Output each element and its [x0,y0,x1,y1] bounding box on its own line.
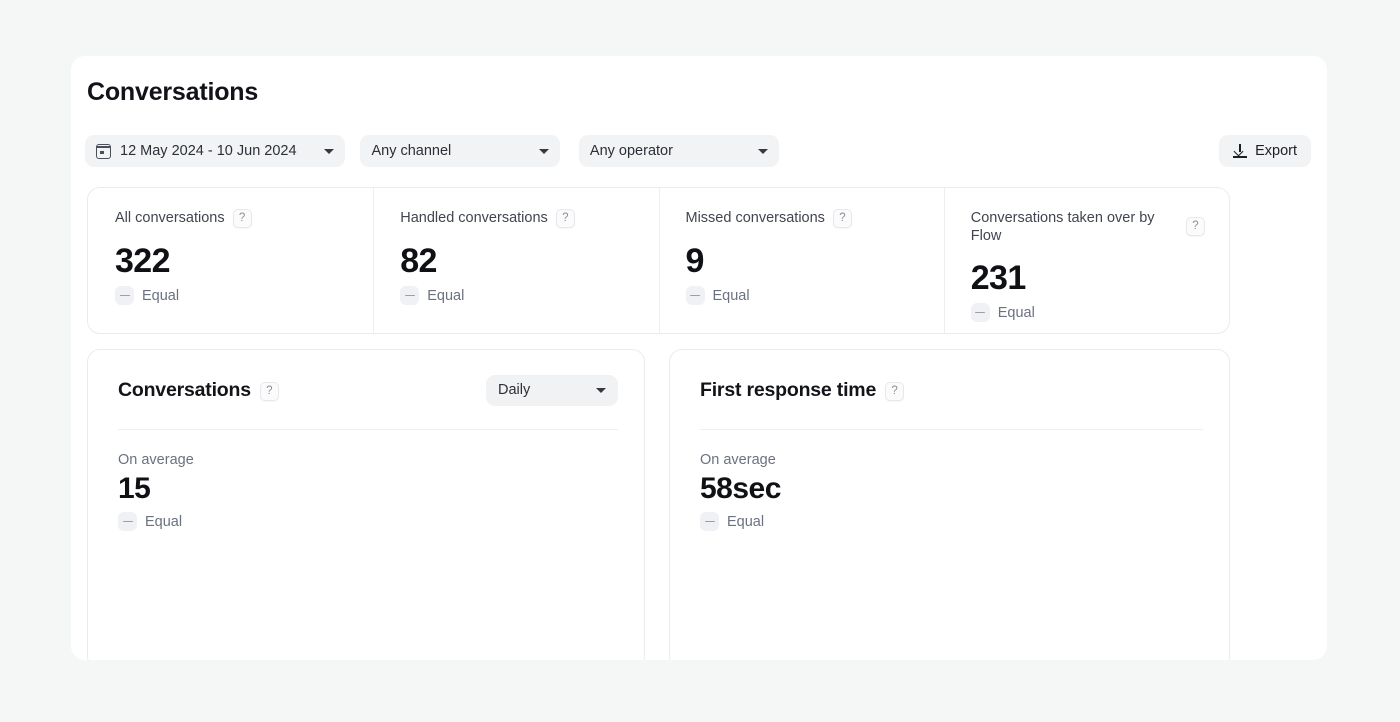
granularity-value: Daily [498,382,586,398]
average-value: 15 [118,472,618,506]
filter-bar: 12 May 2024 - 10 Jun 2024 Any channel An… [85,135,1311,167]
minus-icon [400,286,419,305]
granularity-dropdown[interactable]: Daily [486,375,618,406]
conversations-chart-card: Conversations ? Daily On average 15 Equa… [87,349,645,660]
channel-filter-value: Any channel [371,143,529,159]
operator-filter-dropdown[interactable]: Any operator [579,135,779,167]
operator-filter-value: Any operator [590,143,748,159]
export-button[interactable]: Export [1219,135,1311,167]
card-header: First response time ? [700,372,1203,408]
kpi-trend: Equal [971,303,1205,322]
kpi-all-conversations: All conversations ? 322 Equal [88,188,373,333]
minus-icon [115,286,134,305]
average-trend: Equal [118,512,618,531]
kpi-trend: Equal [115,286,349,305]
card-header: Conversations ? Daily [118,372,618,408]
chevron-down-icon [758,149,768,154]
kpi-summary-card: All conversations ? 322 Equal Handled co… [87,187,1230,334]
card-title: Conversations [118,379,251,402]
export-button-label: Export [1255,143,1297,159]
kpi-header: Conversations taken over by Flow ? [971,209,1205,245]
page-title: Conversations [87,78,258,107]
help-icon[interactable]: ? [556,209,575,228]
kpi-label: Handled conversations [400,209,548,227]
average-trend: Equal [700,512,1203,531]
help-icon[interactable]: ? [833,209,852,228]
calendar-icon [96,144,111,159]
channel-filter-dropdown[interactable]: Any channel [360,135,560,167]
date-range-value: 12 May 2024 - 10 Jun 2024 [120,143,314,159]
download-icon [1233,144,1247,158]
date-range-picker[interactable]: 12 May 2024 - 10 Jun 2024 [85,135,345,167]
kpi-missed-conversations: Missed conversations ? 9 Equal [659,188,944,333]
kpi-header: Handled conversations ? [400,209,634,228]
kpi-header: All conversations ? [115,209,349,228]
average-trend-label: Equal [145,514,182,530]
chevron-down-icon [539,149,549,154]
average-trend-label: Equal [727,514,764,530]
chevron-down-icon [596,388,606,393]
minus-icon [686,286,705,305]
help-icon[interactable]: ? [1186,217,1205,236]
kpi-label: Missed conversations [686,209,825,227]
kpi-header: Missed conversations ? [686,209,920,228]
kpi-trend-label: Equal [713,288,750,304]
average-label: On average [118,452,618,468]
kpi-label: Conversations taken over by Flow [971,209,1167,245]
kpi-trend-label: Equal [427,288,464,304]
dashboard-panel: Conversations 12 May 2024 - 10 Jun 2024 … [71,56,1327,660]
kpi-value: 231 [971,259,1205,297]
divider [700,429,1203,430]
minus-icon [700,512,719,531]
kpi-value: 322 [115,242,349,280]
kpi-value: 82 [400,242,634,280]
chevron-down-icon [324,149,334,154]
help-icon[interactable]: ? [885,382,904,401]
help-icon[interactable]: ? [260,382,279,401]
minus-icon [118,512,137,531]
kpi-trend: Equal [686,286,920,305]
kpi-trend: Equal [400,286,634,305]
kpi-conversations-taken-over-by-flow: Conversations taken over by Flow ? 231 E… [944,188,1229,333]
first-response-time-card: First response time ? On average 58sec E… [669,349,1230,660]
divider [118,429,618,430]
kpi-handled-conversations: Handled conversations ? 82 Equal [373,188,658,333]
minus-icon [971,303,990,322]
kpi-label: All conversations [115,209,225,227]
card-title: First response time [700,379,876,402]
help-icon[interactable]: ? [233,209,252,228]
kpi-trend-label: Equal [142,288,179,304]
average-label: On average [700,452,1203,468]
kpi-trend-label: Equal [998,305,1035,321]
average-value: 58sec [700,472,1203,506]
kpi-value: 9 [686,242,920,280]
